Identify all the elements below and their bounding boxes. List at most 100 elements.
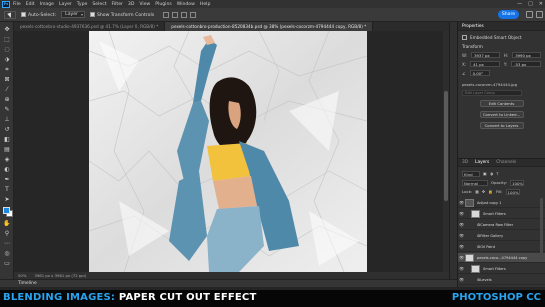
visibility-eye-icon[interactable]: 👁 <box>458 211 465 216</box>
auto-select-checkbox[interactable]: Auto-Select: <box>21 11 56 18</box>
menu-image[interactable]: Image <box>40 2 54 7</box>
scroll-thumb[interactable] <box>444 91 448 201</box>
lock-position-icon[interactable]: ✥ <box>482 189 485 194</box>
tab-layers[interactable]: Layers <box>475 160 489 165</box>
menu-select[interactable]: Select <box>92 2 106 7</box>
angle-field[interactable]: 0.00° <box>469 70 490 76</box>
hand-tool-icon[interactable]: ✋ <box>3 220 11 227</box>
quick-mask-icon[interactable]: ◎ <box>3 250 11 257</box>
align-right-icon[interactable] <box>181 11 188 18</box>
lasso-tool-icon[interactable]: ◌ <box>3 46 11 53</box>
type-tool-icon[interactable]: T <box>3 186 11 193</box>
show-transform-checkbox[interactable]: Show Transform Controls <box>89 11 154 18</box>
layer-row[interactable]: 👁 ⚙ Camera Raw Filter <box>458 220 545 230</box>
height-field[interactable]: 3990 px <box>512 52 541 58</box>
layer-row[interactable]: 👁 Smart Filters <box>458 209 545 219</box>
layer-row[interactable]: 👁 Adjust copy 1 <box>458 198 545 208</box>
layer-row[interactable]: 👁 Smart Filters <box>458 264 545 274</box>
visibility-eye-icon[interactable]: 👁 <box>458 255 465 260</box>
object-select-tool-icon[interactable]: ⬗ <box>3 56 11 63</box>
marquee-tool-icon[interactable]: ⬚ <box>3 36 11 43</box>
clone-stamp-icon[interactable]: ⊥ <box>3 116 11 123</box>
layer-row[interactable]: 👁 ⚙ Oil Paint <box>458 242 545 252</box>
menu-help[interactable]: Help <box>200 2 210 7</box>
layer-row[interactable]: 👁 pexels-coco...4794444 copy <box>458 253 545 263</box>
lock-pixels-icon[interactable]: ▦ <box>475 189 479 194</box>
tab-document-1[interactable]: pexels-cottonbro-studio-4937636.psd @ 41… <box>14 22 166 31</box>
menu-layer[interactable]: Layer <box>59 2 72 7</box>
eraser-tool-icon[interactable]: ◧ <box>3 136 11 143</box>
layer-thumbnail[interactable] <box>471 264 480 273</box>
layer-row[interactable]: 👁 ⚙ Levels <box>458 275 545 285</box>
x-field[interactable]: 41 px <box>470 61 500 67</box>
visibility-eye-icon[interactable]: 👁 <box>458 200 465 205</box>
document-canvas[interactable] <box>89 31 367 272</box>
share-button[interactable]: Share <box>498 10 519 19</box>
path-select-icon[interactable]: ➤ <box>3 196 11 203</box>
align-left-icon[interactable] <box>163 11 170 18</box>
layer-row[interactable]: 👁 ⚙ Filter Gallery <box>458 231 545 241</box>
lock-all-icon[interactable]: 🔒 <box>488 189 493 194</box>
auto-select-dropdown[interactable]: Layer <box>61 11 85 18</box>
layers-scrollbar[interactable] <box>540 198 543 258</box>
minimize-icon[interactable]: — <box>517 1 522 7</box>
filter-type-icon[interactable]: T <box>496 171 498 176</box>
foreground-color-swatch[interactable] <box>3 207 10 214</box>
frame-tool-icon[interactable]: ⊠ <box>3 76 11 83</box>
visibility-eye-icon[interactable]: 👁 <box>458 233 465 238</box>
tab-document-2[interactable]: pexels-cottonbro-production-8520834b.psd… <box>165 22 374 31</box>
visibility-eye-icon[interactable]: 👁 <box>458 222 465 227</box>
dodge-tool-icon[interactable]: ◐ <box>3 166 11 173</box>
move-tool-icon[interactable]: ✥ <box>3 26 11 33</box>
distribute-icon[interactable] <box>190 11 197 18</box>
edit-contents-button[interactable]: Edit Contents <box>479 100 524 107</box>
eyedropper-tool-icon[interactable]: ⁄ <box>3 86 11 93</box>
tab-properties[interactable]: Properties <box>462 24 484 29</box>
menu-filter[interactable]: Filter <box>112 2 123 7</box>
pen-tool-icon[interactable]: ✒ <box>3 176 11 183</box>
menu-file[interactable]: File <box>13 2 21 7</box>
fill-field[interactable]: 100% <box>505 188 520 195</box>
menu-plugins[interactable]: Plugins <box>155 2 171 7</box>
zoom-tool-icon[interactable]: ⚲ <box>3 230 11 237</box>
canvas-area[interactable] <box>14 31 443 272</box>
menu-type[interactable]: Type <box>77 2 88 7</box>
convert-to-linked-button[interactable]: Convert to Linked... <box>479 111 524 118</box>
visibility-eye-icon[interactable]: 👁 <box>458 277 465 282</box>
zoom-level[interactable]: 50% <box>18 272 26 279</box>
screen-mode-icon[interactable]: ▭ <box>3 260 11 267</box>
search-icon[interactable] <box>526 11 533 18</box>
filter-adjust-icon[interactable]: ◑ <box>490 171 493 176</box>
history-brush-icon[interactable]: ↺ <box>3 126 11 133</box>
kind-filter-dropdown[interactable]: Kind <box>462 170 480 177</box>
menu-3d[interactable]: 3D <box>128 2 134 7</box>
brush-tool-icon[interactable]: ✎ <box>3 106 11 113</box>
blur-tool-icon[interactable]: ◈ <box>3 156 11 163</box>
opacity-field[interactable]: 100% <box>510 179 524 186</box>
layer-thumbnail[interactable] <box>465 253 474 262</box>
width-field[interactable]: 3937 px <box>471 52 500 58</box>
menu-window[interactable]: Window <box>177 2 195 7</box>
menu-view[interactable]: View <box>139 2 150 7</box>
crop-tool-icon[interactable]: ⌗ <box>3 66 11 73</box>
visibility-eye-icon[interactable]: 👁 <box>458 244 465 249</box>
move-tool-preset-icon[interactable] <box>4 10 16 19</box>
blend-mode-dropdown[interactable]: Normal <box>462 179 488 186</box>
visibility-eye-icon[interactable]: 👁 <box>458 266 465 271</box>
menu-edit[interactable]: Edit <box>26 2 35 7</box>
convert-to-layers-button[interactable]: Convert to Layers <box>479 122 524 129</box>
gradient-tool-icon[interactable]: ▤ <box>3 146 11 153</box>
workspace-icon[interactable] <box>536 11 543 18</box>
layer-thumbnail[interactable] <box>471 209 480 218</box>
tab-channels[interactable]: Channels <box>496 160 516 165</box>
y-field[interactable]: -53 px <box>511 61 541 67</box>
layer-thumbnail[interactable] <box>465 198 474 207</box>
close-icon[interactable]: ✕ <box>539 1 543 7</box>
more-tools-icon[interactable]: ⋯ <box>3 240 11 247</box>
align-center-icon[interactable] <box>172 11 179 18</box>
timeline-panel[interactable]: Timeline <box>0 279 457 287</box>
maximize-icon[interactable]: □ <box>528 1 533 7</box>
tab-3d[interactable]: 3D <box>462 160 468 165</box>
filter-image-icon[interactable]: ▣ <box>483 171 487 176</box>
layer-comp-dropdown[interactable]: Edit Layer Comp <box>462 90 522 96</box>
